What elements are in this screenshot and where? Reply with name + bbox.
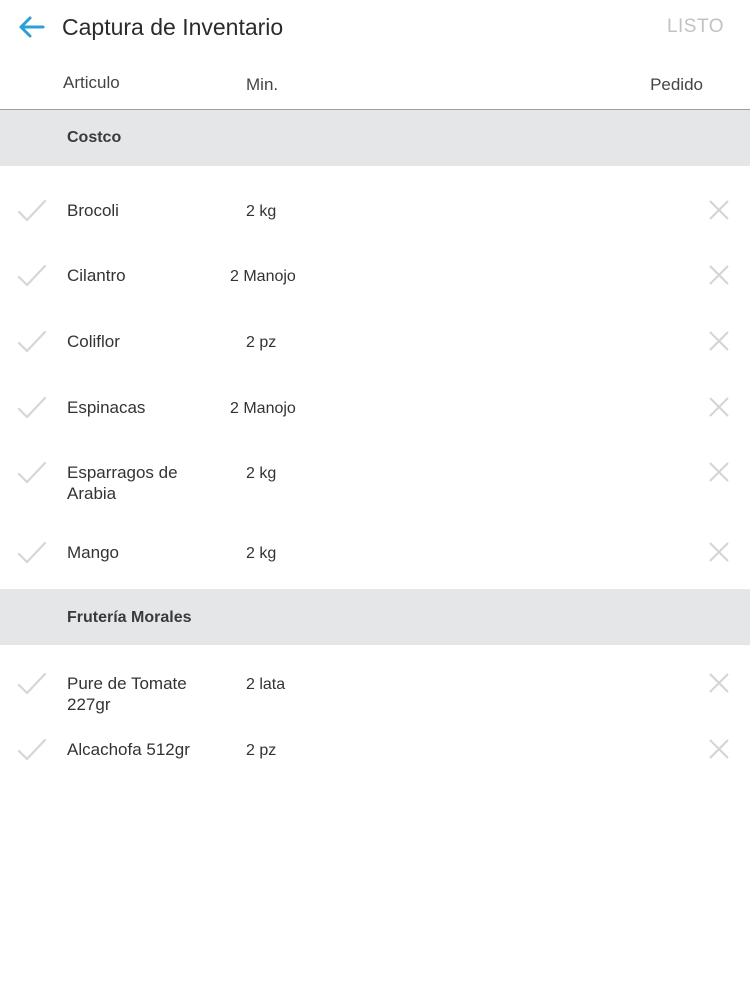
check-icon[interactable] xyxy=(16,196,48,224)
item-min: 2 Manojo xyxy=(230,268,296,285)
close-icon[interactable] xyxy=(707,329,731,353)
check-icon[interactable] xyxy=(16,261,48,289)
item-min: 2 pz xyxy=(246,742,277,759)
close-icon[interactable] xyxy=(707,395,731,419)
check-icon[interactable] xyxy=(16,327,48,355)
item-name: Esparragos de Arabia xyxy=(67,463,178,503)
close-icon[interactable] xyxy=(707,198,731,222)
item-min: 2 Manojo xyxy=(230,400,296,417)
check-icon[interactable] xyxy=(16,669,48,697)
check-icon[interactable] xyxy=(16,458,48,486)
column-item-label: Articulo xyxy=(63,73,120,92)
done-button[interactable]: LISTO xyxy=(667,14,724,40)
item-name: Espinacas xyxy=(67,398,146,417)
column-header: Articulo Min. Pedido xyxy=(0,62,750,110)
column-min-label: Min. xyxy=(246,75,279,94)
close-icon[interactable] xyxy=(707,671,731,695)
item-name: Alcachofa 512gr xyxy=(67,740,190,759)
list-item[interactable]: Esparragos de Arabia 2 kg xyxy=(0,460,750,518)
back-button[interactable] xyxy=(14,12,48,42)
item-name: Pure de Tomate 227gr xyxy=(67,674,187,714)
item-min: 2 pz xyxy=(246,334,277,351)
item-min: 2 kg xyxy=(246,465,277,482)
close-icon[interactable] xyxy=(707,540,731,564)
item-name: Cilantro xyxy=(67,266,126,285)
check-icon[interactable] xyxy=(16,735,48,763)
app-bar: Captura de Inventario LISTO xyxy=(0,0,750,56)
list-item[interactable]: Coliflor 2 pz xyxy=(0,329,750,387)
close-icon[interactable] xyxy=(707,737,731,761)
close-icon[interactable] xyxy=(707,263,731,287)
item-name: Brocoli xyxy=(67,201,119,220)
list-item[interactable]: Cilantro 2 Manojo xyxy=(0,263,750,321)
item-name: Coliflor xyxy=(67,332,120,351)
item-min: 2 kg xyxy=(246,545,277,562)
list-item[interactable]: Brocoli 2 kg xyxy=(0,198,750,256)
page-title: Captura de Inventario xyxy=(62,14,284,40)
column-order-label: Pedido xyxy=(650,75,703,94)
item-min: 2 kg xyxy=(246,203,277,220)
arrow-left-icon xyxy=(19,16,45,38)
list-item[interactable]: Pure de Tomate 227gr 2 lata xyxy=(0,671,750,729)
check-icon[interactable] xyxy=(16,538,48,566)
close-icon[interactable] xyxy=(707,460,731,484)
item-name: Mango xyxy=(67,543,119,562)
section-header: Costco xyxy=(0,110,750,166)
section-title: Costco xyxy=(67,129,122,146)
list-item[interactable]: Alcachofa 512gr 2 pz xyxy=(0,737,750,795)
check-icon[interactable] xyxy=(16,393,48,421)
item-min: 2 lata xyxy=(246,676,286,693)
list-item[interactable]: Espinacas 2 Manojo xyxy=(0,395,750,453)
section-header: Frutería Morales xyxy=(0,589,750,645)
section-title: Frutería Morales xyxy=(67,609,192,626)
